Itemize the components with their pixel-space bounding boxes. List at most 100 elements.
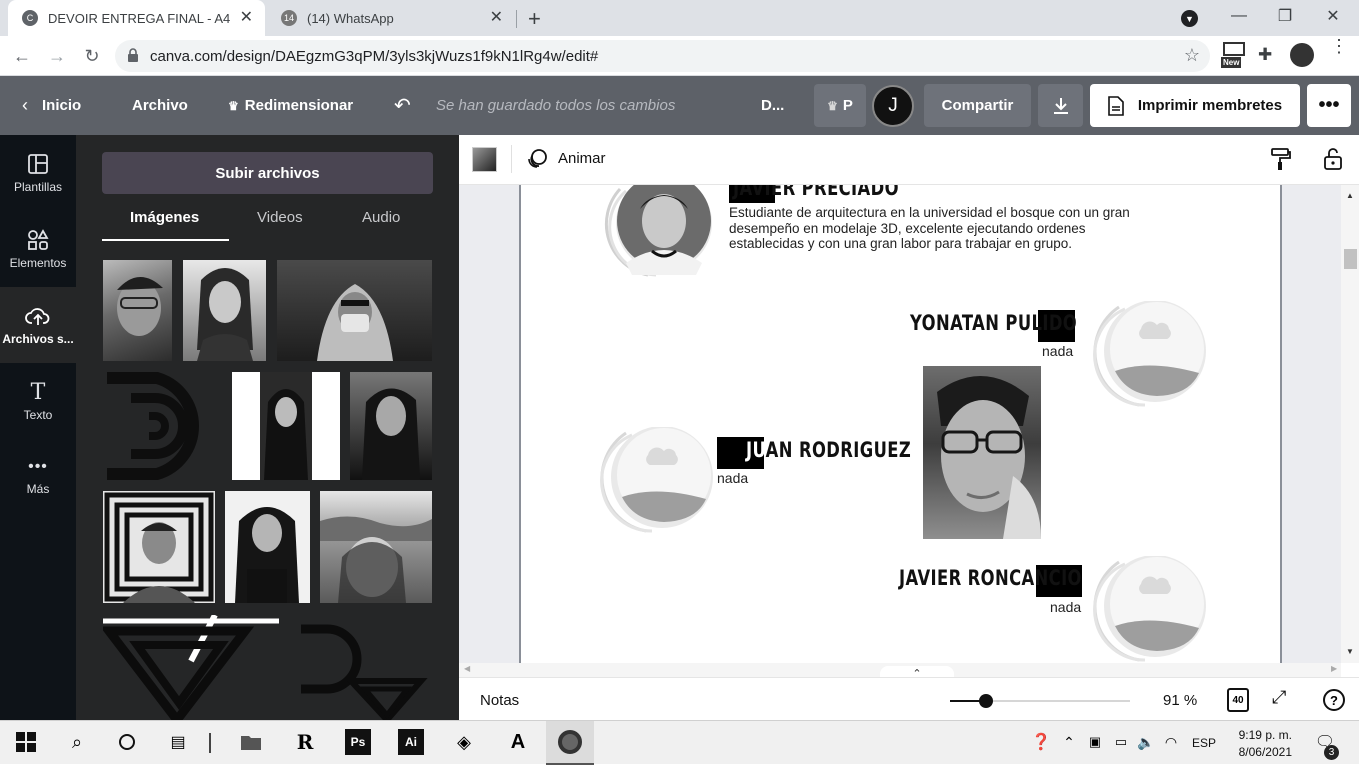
fullscreen-icon[interactable]: ⤢ bbox=[1272, 687, 1286, 708]
person-name[interactable]: JUAN RODRIGUEZ bbox=[746, 438, 911, 462]
taskbar-chrome-active[interactable] bbox=[546, 721, 594, 765]
photoshop-icon[interactable]: Ps bbox=[345, 729, 371, 755]
wifi-icon[interactable]: ◠ bbox=[1158, 729, 1184, 755]
clock[interactable]: 9:19 p. m. 8/06/2021 bbox=[1226, 727, 1292, 761]
profile-avatar[interactable] bbox=[1290, 43, 1314, 67]
download-icon[interactable] bbox=[1038, 84, 1083, 127]
image-thumbnail[interactable] bbox=[277, 260, 432, 361]
person-subtitle[interactable]: nada bbox=[717, 470, 748, 486]
image-thumbnail[interactable] bbox=[232, 372, 340, 480]
home-link[interactable]: ‹ Inicio bbox=[22, 76, 81, 135]
chrome-menu-icon[interactable]: ⋮ bbox=[1330, 37, 1348, 55]
scrollbar-thumb[interactable] bbox=[1344, 249, 1357, 269]
image-placeholder-frame[interactable] bbox=[1089, 301, 1207, 409]
address-bar[interactable]: canva.com/design/DAEgzmG3qPM/3yls3kjWuzs… bbox=[115, 40, 1210, 72]
tab-audio[interactable]: Audio bbox=[362, 209, 400, 226]
image-thumbnail[interactable] bbox=[225, 491, 310, 603]
resize-menu[interactable]: ♛ Redimensionar bbox=[228, 76, 353, 135]
browser-tab-whatsapp[interactable]: 14 (14) WhatsApp ✕ bbox=[267, 0, 515, 36]
pro-upgrade-button[interactable]: ♛ P bbox=[814, 84, 866, 127]
battery-icon[interactable]: ▭ bbox=[1108, 729, 1134, 755]
zoom-slider[interactable] bbox=[950, 694, 1130, 708]
image-placeholder-frame[interactable] bbox=[1089, 556, 1207, 663]
help-tray-icon[interactable]: ❓ bbox=[1028, 729, 1054, 755]
image-thumbnail[interactable] bbox=[350, 372, 432, 480]
logo-thumbnail[interactable] bbox=[103, 615, 279, 720]
sidebar-item-uploads[interactable]: Archivos s... bbox=[0, 287, 76, 363]
notes-button[interactable]: Notas bbox=[480, 692, 519, 709]
image-thumbnail[interactable] bbox=[320, 491, 432, 603]
restore-icon[interactable]: ❐ bbox=[1262, 0, 1308, 32]
revit-icon[interactable]: R bbox=[292, 729, 318, 755]
print-letterheads-button[interactable]: Imprimir membretes bbox=[1090, 84, 1300, 127]
volume-icon[interactable]: 🔈 bbox=[1133, 729, 1159, 755]
person-subtitle[interactable]: nada bbox=[1042, 343, 1073, 359]
image-thumbnail[interactable] bbox=[103, 260, 172, 361]
sidebar-item-more[interactable]: ••• Más bbox=[0, 439, 76, 515]
background-color-swatch[interactable] bbox=[472, 147, 497, 172]
person-name[interactable]: JAVIER PRECIADO bbox=[733, 185, 899, 200]
page-grid-icon[interactable]: 40 bbox=[1227, 688, 1249, 712]
more-options-icon[interactable]: ••• bbox=[1307, 84, 1351, 127]
minimize-icon[interactable]: — bbox=[1216, 0, 1262, 32]
avatar[interactable]: J bbox=[872, 85, 914, 127]
lock-icon[interactable] bbox=[127, 48, 139, 62]
vertical-scrollbar[interactable]: ▲ ▼ bbox=[1341, 185, 1359, 663]
autocad-icon[interactable]: A bbox=[505, 729, 531, 755]
zoom-value[interactable]: 91 % bbox=[1163, 692, 1197, 709]
logo-thumbnail[interactable] bbox=[103, 372, 222, 480]
show-hidden-icons-icon[interactable]: ⌃ bbox=[1056, 729, 1082, 755]
tab-videos[interactable]: Videos bbox=[257, 209, 303, 226]
zoom-slider-knob[interactable] bbox=[979, 694, 993, 708]
person-name[interactable]: JAVIER RONCANCIO bbox=[899, 566, 1082, 590]
help-icon[interactable]: ? bbox=[1323, 689, 1345, 711]
language-indicator[interactable]: ESP bbox=[1192, 736, 1216, 750]
bookmark-star-icon[interactable]: ☆ bbox=[1184, 45, 1200, 66]
extensions-puzzle-icon[interactable]: ✚ bbox=[1258, 45, 1272, 65]
illustrator-icon[interactable]: Ai bbox=[398, 729, 424, 755]
paint-format-icon[interactable] bbox=[1271, 147, 1291, 171]
document-title[interactable]: D... bbox=[761, 76, 784, 135]
person-subtitle[interactable]: nada bbox=[1050, 599, 1081, 615]
scroll-left-icon[interactable]: ◀ bbox=[464, 664, 470, 673]
design-page[interactable]: JAVIER PRECIADO Estudiante de arquitectu… bbox=[519, 185, 1282, 663]
browser-tab-canva[interactable]: C DEVOIR ENTREGA FINAL - A4 ✕ bbox=[8, 0, 265, 36]
scroll-down-icon[interactable]: ▼ bbox=[1346, 647, 1354, 656]
image-placeholder-frame[interactable] bbox=[596, 427, 714, 535]
scroll-right-icon[interactable]: ▶ bbox=[1331, 664, 1337, 673]
tab-images[interactable]: Imágenes bbox=[130, 209, 199, 226]
search-icon[interactable]: ⌕ bbox=[64, 729, 90, 755]
new-tab-icon[interactable]: + bbox=[528, 6, 541, 32]
share-button[interactable]: Compartir bbox=[924, 84, 1031, 127]
task-view-icon[interactable]: ▤ bbox=[165, 729, 191, 755]
sketchup-icon[interactable]: ◈ bbox=[451, 729, 477, 755]
back-icon[interactable]: ← bbox=[8, 42, 36, 70]
person-name[interactable]: YONATAN PULIDO bbox=[910, 311, 1077, 335]
file-menu[interactable]: Archivo bbox=[132, 76, 188, 135]
animate-button[interactable]: Animar bbox=[527, 147, 606, 169]
meet-now-icon[interactable]: ▣ bbox=[1082, 729, 1108, 755]
profile-photo-frame[interactable] bbox=[596, 185, 714, 279]
cortana-icon[interactable] bbox=[114, 729, 140, 755]
logo-thumbnail[interactable] bbox=[289, 615, 432, 720]
reload-icon[interactable]: ↻ bbox=[78, 42, 106, 70]
close-tab-icon[interactable]: ✕ bbox=[490, 10, 503, 26]
window-close-icon[interactable]: ✕ bbox=[1310, 0, 1356, 32]
file-explorer-icon[interactable] bbox=[238, 729, 264, 755]
scroll-up-icon[interactable]: ▲ bbox=[1346, 191, 1354, 200]
image-thumbnail[interactable] bbox=[103, 491, 215, 603]
person-photo[interactable] bbox=[923, 366, 1041, 539]
forward-icon[interactable]: → bbox=[43, 42, 71, 70]
image-thumbnail[interactable] bbox=[183, 260, 266, 361]
person-description[interactable]: Estudiante de arquitectura en la univers… bbox=[729, 205, 1130, 252]
upload-files-button[interactable]: Subir archivos bbox=[102, 152, 433, 194]
sidebar-item-text[interactable]: T Texto bbox=[0, 363, 76, 439]
close-tab-icon[interactable]: ✕ bbox=[240, 10, 253, 26]
sidebar-item-elements[interactable]: Elementos bbox=[0, 211, 76, 287]
sidebar-item-templates[interactable]: Plantillas bbox=[0, 135, 76, 211]
tab-search-icon[interactable]: ▼ bbox=[1181, 10, 1198, 27]
unlock-icon[interactable] bbox=[1323, 147, 1343, 171]
extension-new-icon[interactable]: New bbox=[1221, 42, 1247, 70]
undo-icon[interactable]: ↶ bbox=[394, 76, 411, 135]
windows-start-icon[interactable] bbox=[13, 729, 39, 755]
